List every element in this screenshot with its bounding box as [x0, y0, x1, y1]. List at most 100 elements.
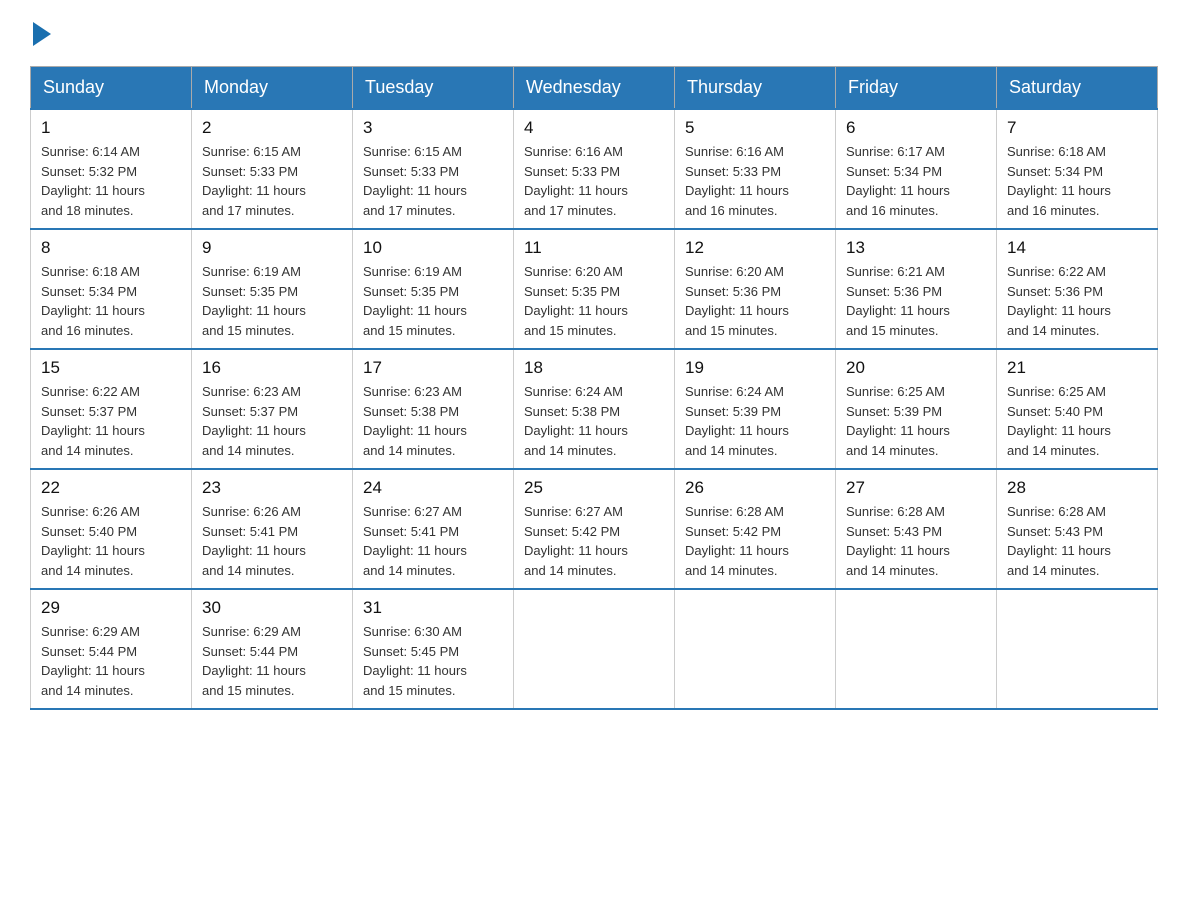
- sunset-label: Sunset: 5:36 PM: [846, 284, 942, 299]
- daylight-label: Daylight: 11 hoursand 14 minutes.: [41, 543, 145, 578]
- day-info: Sunrise: 6:17 AM Sunset: 5:34 PM Dayligh…: [846, 142, 986, 220]
- sunrise-label: Sunrise: 6:27 AM: [524, 504, 623, 519]
- sunrise-label: Sunrise: 6:16 AM: [685, 144, 784, 159]
- sunrise-label: Sunrise: 6:18 AM: [41, 264, 140, 279]
- header-wednesday: Wednesday: [514, 67, 675, 110]
- day-info: Sunrise: 6:29 AM Sunset: 5:44 PM Dayligh…: [41, 622, 181, 700]
- day-number: 14: [1007, 238, 1147, 258]
- day-info: Sunrise: 6:19 AM Sunset: 5:35 PM Dayligh…: [202, 262, 342, 340]
- table-row: 29 Sunrise: 6:29 AM Sunset: 5:44 PM Dayl…: [31, 589, 192, 709]
- sunset-label: Sunset: 5:41 PM: [363, 524, 459, 539]
- day-info: Sunrise: 6:16 AM Sunset: 5:33 PM Dayligh…: [685, 142, 825, 220]
- table-row: 1 Sunrise: 6:14 AM Sunset: 5:32 PM Dayli…: [31, 109, 192, 229]
- daylight-label: Daylight: 11 hoursand 15 minutes.: [846, 303, 950, 338]
- daylight-label: Daylight: 11 hoursand 14 minutes.: [1007, 303, 1111, 338]
- daylight-label: Daylight: 11 hoursand 15 minutes.: [685, 303, 789, 338]
- table-row: 13 Sunrise: 6:21 AM Sunset: 5:36 PM Dayl…: [836, 229, 997, 349]
- sunset-label: Sunset: 5:37 PM: [41, 404, 137, 419]
- day-number: 5: [685, 118, 825, 138]
- week-row-4: 22 Sunrise: 6:26 AM Sunset: 5:40 PM Dayl…: [31, 469, 1158, 589]
- header-monday: Monday: [192, 67, 353, 110]
- header-tuesday: Tuesday: [353, 67, 514, 110]
- day-number: 22: [41, 478, 181, 498]
- day-info: Sunrise: 6:24 AM Sunset: 5:38 PM Dayligh…: [524, 382, 664, 460]
- day-number: 10: [363, 238, 503, 258]
- sunset-label: Sunset: 5:33 PM: [524, 164, 620, 179]
- daylight-label: Daylight: 11 hoursand 16 minutes.: [846, 183, 950, 218]
- day-info: Sunrise: 6:23 AM Sunset: 5:38 PM Dayligh…: [363, 382, 503, 460]
- table-row: 24 Sunrise: 6:27 AM Sunset: 5:41 PM Dayl…: [353, 469, 514, 589]
- daylight-label: Daylight: 11 hoursand 16 minutes.: [1007, 183, 1111, 218]
- day-info: Sunrise: 6:28 AM Sunset: 5:43 PM Dayligh…: [846, 502, 986, 580]
- daylight-label: Daylight: 11 hoursand 14 minutes.: [524, 423, 628, 458]
- daylight-label: Daylight: 11 hoursand 17 minutes.: [202, 183, 306, 218]
- sunset-label: Sunset: 5:33 PM: [363, 164, 459, 179]
- table-row: [997, 589, 1158, 709]
- sunrise-label: Sunrise: 6:29 AM: [202, 624, 301, 639]
- sunset-label: Sunset: 5:36 PM: [685, 284, 781, 299]
- daylight-label: Daylight: 11 hoursand 15 minutes.: [524, 303, 628, 338]
- sunrise-label: Sunrise: 6:15 AM: [202, 144, 301, 159]
- day-number: 28: [1007, 478, 1147, 498]
- sunrise-label: Sunrise: 6:17 AM: [846, 144, 945, 159]
- logo-triangle-icon: [33, 22, 51, 46]
- daylight-label: Daylight: 11 hoursand 14 minutes.: [1007, 423, 1111, 458]
- table-row: 22 Sunrise: 6:26 AM Sunset: 5:40 PM Dayl…: [31, 469, 192, 589]
- day-info: Sunrise: 6:23 AM Sunset: 5:37 PM Dayligh…: [202, 382, 342, 460]
- daylight-label: Daylight: 11 hoursand 15 minutes.: [363, 303, 467, 338]
- header-friday: Friday: [836, 67, 997, 110]
- daylight-label: Daylight: 11 hoursand 17 minutes.: [524, 183, 628, 218]
- table-row: 31 Sunrise: 6:30 AM Sunset: 5:45 PM Dayl…: [353, 589, 514, 709]
- week-row-5: 29 Sunrise: 6:29 AM Sunset: 5:44 PM Dayl…: [31, 589, 1158, 709]
- sunrise-label: Sunrise: 6:15 AM: [363, 144, 462, 159]
- table-row: 9 Sunrise: 6:19 AM Sunset: 5:35 PM Dayli…: [192, 229, 353, 349]
- table-row: 18 Sunrise: 6:24 AM Sunset: 5:38 PM Dayl…: [514, 349, 675, 469]
- day-info: Sunrise: 6:15 AM Sunset: 5:33 PM Dayligh…: [363, 142, 503, 220]
- sunrise-label: Sunrise: 6:24 AM: [685, 384, 784, 399]
- sunset-label: Sunset: 5:45 PM: [363, 644, 459, 659]
- daylight-label: Daylight: 11 hoursand 15 minutes.: [202, 663, 306, 698]
- day-number: 21: [1007, 358, 1147, 378]
- week-row-3: 15 Sunrise: 6:22 AM Sunset: 5:37 PM Dayl…: [31, 349, 1158, 469]
- day-number: 31: [363, 598, 503, 618]
- sunset-label: Sunset: 5:38 PM: [363, 404, 459, 419]
- table-row: 12 Sunrise: 6:20 AM Sunset: 5:36 PM Dayl…: [675, 229, 836, 349]
- day-info: Sunrise: 6:18 AM Sunset: 5:34 PM Dayligh…: [41, 262, 181, 340]
- day-number: 20: [846, 358, 986, 378]
- daylight-label: Daylight: 11 hoursand 14 minutes.: [685, 423, 789, 458]
- daylight-label: Daylight: 11 hoursand 14 minutes.: [202, 543, 306, 578]
- table-row: 27 Sunrise: 6:28 AM Sunset: 5:43 PM Dayl…: [836, 469, 997, 589]
- day-number: 24: [363, 478, 503, 498]
- sunset-label: Sunset: 5:34 PM: [41, 284, 137, 299]
- sunset-label: Sunset: 5:34 PM: [846, 164, 942, 179]
- calendar-table: SundayMondayTuesdayWednesdayThursdayFrid…: [30, 66, 1158, 710]
- daylight-label: Daylight: 11 hoursand 16 minutes.: [41, 303, 145, 338]
- table-row: 23 Sunrise: 6:26 AM Sunset: 5:41 PM Dayl…: [192, 469, 353, 589]
- day-number: 2: [202, 118, 342, 138]
- sunset-label: Sunset: 5:36 PM: [1007, 284, 1103, 299]
- table-row: 17 Sunrise: 6:23 AM Sunset: 5:38 PM Dayl…: [353, 349, 514, 469]
- logo: [30, 20, 51, 46]
- day-info: Sunrise: 6:14 AM Sunset: 5:32 PM Dayligh…: [41, 142, 181, 220]
- table-row: 8 Sunrise: 6:18 AM Sunset: 5:34 PM Dayli…: [31, 229, 192, 349]
- table-row: 5 Sunrise: 6:16 AM Sunset: 5:33 PM Dayli…: [675, 109, 836, 229]
- sunset-label: Sunset: 5:34 PM: [1007, 164, 1103, 179]
- day-number: 18: [524, 358, 664, 378]
- sunset-label: Sunset: 5:35 PM: [202, 284, 298, 299]
- table-row: 10 Sunrise: 6:19 AM Sunset: 5:35 PM Dayl…: [353, 229, 514, 349]
- day-number: 30: [202, 598, 342, 618]
- table-row: [836, 589, 997, 709]
- table-row: 28 Sunrise: 6:28 AM Sunset: 5:43 PM Dayl…: [997, 469, 1158, 589]
- daylight-label: Daylight: 11 hoursand 15 minutes.: [363, 663, 467, 698]
- day-info: Sunrise: 6:20 AM Sunset: 5:35 PM Dayligh…: [524, 262, 664, 340]
- day-number: 6: [846, 118, 986, 138]
- header-thursday: Thursday: [675, 67, 836, 110]
- table-row: 19 Sunrise: 6:24 AM Sunset: 5:39 PM Dayl…: [675, 349, 836, 469]
- day-info: Sunrise: 6:28 AM Sunset: 5:43 PM Dayligh…: [1007, 502, 1147, 580]
- sunrise-label: Sunrise: 6:14 AM: [41, 144, 140, 159]
- sunrise-label: Sunrise: 6:25 AM: [846, 384, 945, 399]
- day-number: 26: [685, 478, 825, 498]
- day-info: Sunrise: 6:28 AM Sunset: 5:42 PM Dayligh…: [685, 502, 825, 580]
- day-number: 25: [524, 478, 664, 498]
- sunrise-label: Sunrise: 6:27 AM: [363, 504, 462, 519]
